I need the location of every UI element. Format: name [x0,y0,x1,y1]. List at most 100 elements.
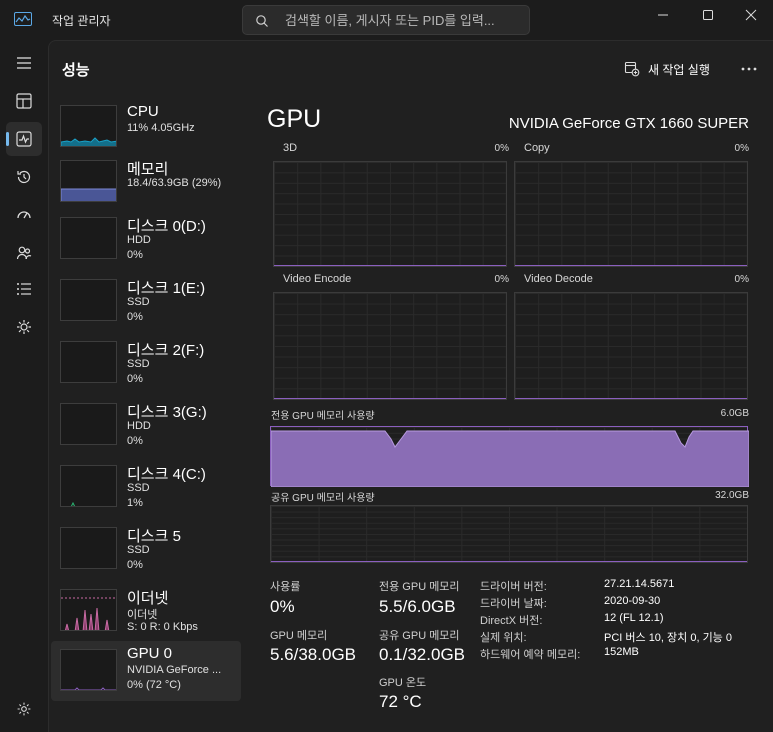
shared-memory-label: 공유 GPU 메모리 [379,630,460,642]
device-type: 이더넷 [127,609,158,621]
info-value: 152MB [604,646,639,658]
device-ethernet[interactable]: 이더넷 이더넷 S: 0 R: 0 Kbps [51,585,241,645]
utilization-value: 0% [270,597,295,616]
device-disk-3[interactable]: 디스크 3(G:) HDD 0% [51,399,241,459]
info-key: 드라이버 버전: [480,581,547,593]
minimize-button[interactable] [641,0,685,30]
disk-thumbnail-graph [60,527,117,569]
processes-icon [16,93,32,109]
info-value: PCI 버스 10, 장치 0, 기능 0 [604,632,732,644]
device-disk-0[interactable]: 디스크 0(D:) HDD 0% [51,213,241,273]
device-memory[interactable]: 메모리 18.4/63.9GB (29%) [51,156,241,216]
nav-users[interactable] [6,236,42,270]
info-key: DirectX 버전: [480,615,543,627]
minimize-icon [658,14,668,16]
device-type: HDD [127,420,151,432]
info-value: 2020-09-30 [604,595,661,607]
graph-area [514,161,748,267]
gpu-memory-value: 5.6/38.0GB [270,645,357,664]
more-options-button[interactable] [737,55,761,83]
run-new-task-button[interactable]: 새 작업 실행 [624,55,710,83]
search-box[interactable] [242,5,530,35]
device-detail: 18.4/63.9GB (29%) [127,177,222,189]
engine-percent: 0% [494,274,509,285]
device-gpu-0[interactable]: GPU 0 NVIDIA GeForce ... 0% (72 °C) [51,641,241,701]
search-input[interactable] [285,6,525,34]
nav-performance[interactable] [6,122,42,156]
gpu-model: NVIDIA GeForce GTX 1660 SUPER [508,115,749,132]
engine-label: Video Encode [283,273,352,285]
menu-button[interactable] [6,46,42,80]
device-disk-2[interactable]: 디스크 2(F:) SSD 0% [51,337,241,397]
engine-percent: 0% [734,274,749,285]
disk-thumbnail-graph [60,279,117,321]
app-history-icon [17,170,31,184]
users-icon [16,246,32,260]
task-manager-icon [14,12,32,26]
graph-line [271,561,747,562]
graph-line [515,398,747,399]
gear-icon [17,702,31,716]
settings-button[interactable] [6,694,42,724]
info-key: 하드웨어 예약 메모리: [480,649,581,661]
device-name: 메모리 [127,161,169,178]
gpu-title: GPU [267,105,322,133]
utilization-label: 사용률 [270,581,301,593]
hamburger-icon [17,57,31,69]
engine-percent: 0% [494,143,509,154]
device-type: SSD [127,358,150,370]
device-name: GPU 0 [127,645,173,662]
device-name: 디스크 4(C:) [127,466,206,483]
cpu-thumbnail-graph [60,105,117,147]
more-icon [741,67,757,71]
device-type: NVIDIA GeForce ... [127,664,222,676]
disk-thumbnail-graph [60,217,117,259]
device-usage: 0% [127,559,143,571]
graph-area [270,505,748,563]
navigation-rail [0,40,48,732]
nav-services[interactable] [6,310,42,344]
engine-label: Copy [524,142,550,154]
gpu-temperature-label: GPU 온도 [379,677,427,689]
memory-thumbnail-graph [60,160,117,202]
dedicated-memory-label: 전용 GPU 메모리 [379,581,460,593]
title-bar: 작업 관리자 [0,0,773,40]
gpu-thumbnail-graph [60,649,117,691]
device-type: SSD [127,482,150,494]
run-new-task-icon [624,61,640,77]
graph-title: 전용 GPU 메모리 사용량 [271,411,375,422]
device-usage: 0% [127,435,143,447]
device-disk-4[interactable]: 디스크 4(C:) SSD 1% [51,461,241,521]
nav-processes[interactable] [6,84,42,118]
shared-memory-value: 0.1/32.0GB [379,645,466,664]
engine-label: Video Decode [524,273,593,285]
info-value: 12 (FL 12.1) [604,612,664,624]
device-throughput: S: 0 R: 0 Kbps [127,621,198,633]
details-icon [17,283,31,295]
nav-details[interactable] [6,272,42,306]
ethernet-thumbnail-graph [60,589,117,631]
device-disk-1[interactable]: 디스크 1(E:) SSD 0% [51,275,241,335]
run-new-task-label: 새 작업 실행 [648,62,710,77]
close-button[interactable] [729,0,773,30]
device-name: 디스크 3(G:) [127,404,207,421]
device-name: 디스크 1(E:) [127,280,206,297]
nav-app-history[interactable] [6,160,42,194]
device-type: SSD [127,296,150,308]
device-usage: 0% [127,373,143,385]
device-usage: 0% (72 °C) [127,679,181,691]
close-icon [745,9,757,21]
device-cpu[interactable]: CPU 11% 4.05GHz [51,101,241,161]
maximize-button[interactable] [686,0,730,30]
page-title: 성능 [62,62,90,79]
device-type: HDD [127,234,151,246]
nav-startup-apps[interactable] [6,198,42,232]
device-disk-5[interactable]: 디스크 5 SSD 0% [51,523,241,583]
graph-title: 공유 GPU 메모리 사용량 [271,493,375,504]
graph-area [273,161,507,267]
disk-thumbnail-graph [60,465,117,507]
device-detail: 11% 4.05GHz [127,122,195,134]
maximize-icon [703,10,713,20]
disk-thumbnail-graph [60,403,117,445]
engine-percent: 0% [734,143,749,154]
